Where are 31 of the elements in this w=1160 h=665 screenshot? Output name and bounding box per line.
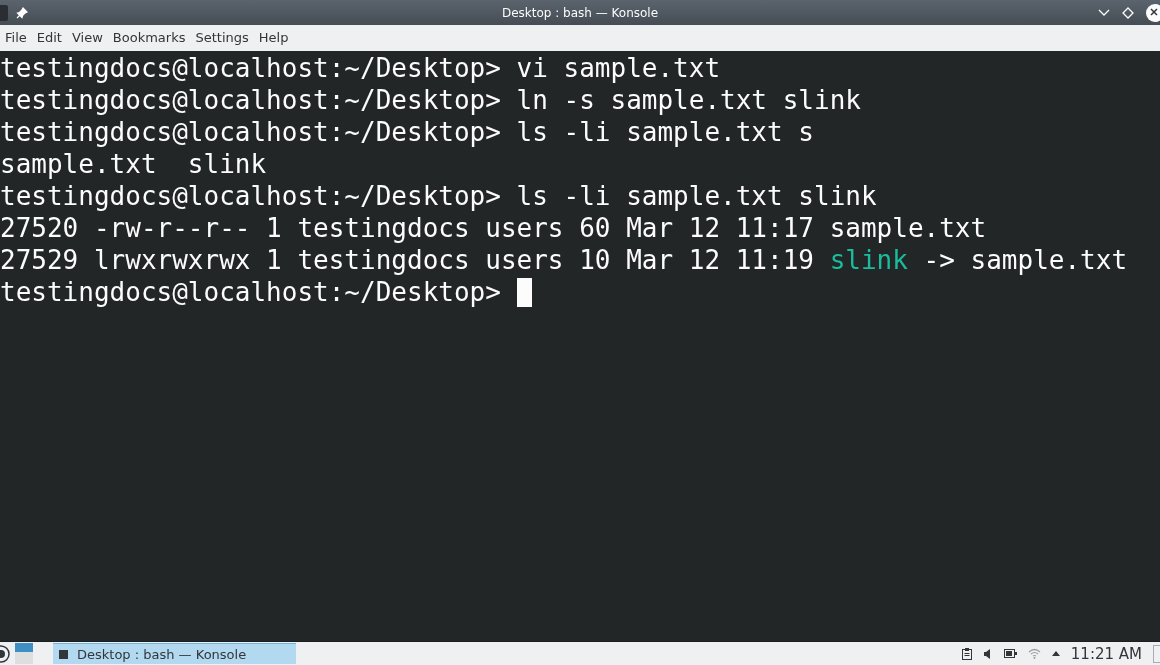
terminal-line: -> sample.txt [922, 244, 1128, 276]
menu-item[interactable]: File [0, 28, 32, 48]
symlink-name: slink [829, 244, 908, 276]
volume-icon[interactable] [982, 647, 993, 660]
terminal-line: 27529 lrwxrwxrwx 1 testingdocs users 10 Mar 12 11:19 [0, 244, 815, 276]
close-icon[interactable] [1146, 3, 1160, 22]
terminal-line: testingdocs@localhost:~/Desktop> ls -li sample.txt slink [0, 180, 877, 212]
terminal-line: testingdocs@localhost:~/Desktop> [0, 276, 502, 308]
terminal-line: testingdocs@localhost:~/Desktop> ls -li sample.txt s [0, 116, 814, 148]
task-button[interactable]: Desktop : bash — Konsole [53, 643, 296, 664]
window-title: Desktop : bash — Konsole [501, 5, 659, 20]
terminal-line: sample.txt slink [0, 148, 267, 180]
clipboard-icon[interactable] [961, 647, 972, 660]
menu-item[interactable]: View [66, 28, 108, 48]
menu-item[interactable]: Bookmarks [107, 28, 191, 48]
menu-item[interactable]: Edit [31, 28, 67, 48]
pager[interactable] [15, 643, 33, 664]
terminal-line: 27520 -rw-r--r-- 1 testingdocs users 60 Mar 12 11:17 sample.txt [0, 212, 987, 244]
launcher-icon[interactable] [0, 644, 10, 663]
pin-icon[interactable] [16, 6, 28, 19]
terminal-area[interactable] [0, 51, 1160, 641]
terminal-line: testingdocs@localhost:~/Desktop> vi sample.txt [0, 52, 721, 84]
terminal-line: testingdocs@localhost:~/Desktop> ln -s sample.txt slink [0, 84, 861, 116]
menu-item[interactable]: Settings [190, 28, 254, 48]
minimize-icon[interactable] [1098, 8, 1110, 17]
terminal-icon [59, 649, 68, 659]
battery-icon[interactable] [1003, 649, 1017, 658]
menu-item[interactable]: Help [253, 28, 294, 48]
expand-tray-icon[interactable] [1051, 651, 1060, 656]
clock[interactable]: 11:21 AM [1070, 644, 1142, 663]
maximize-icon[interactable] [1122, 6, 1134, 19]
